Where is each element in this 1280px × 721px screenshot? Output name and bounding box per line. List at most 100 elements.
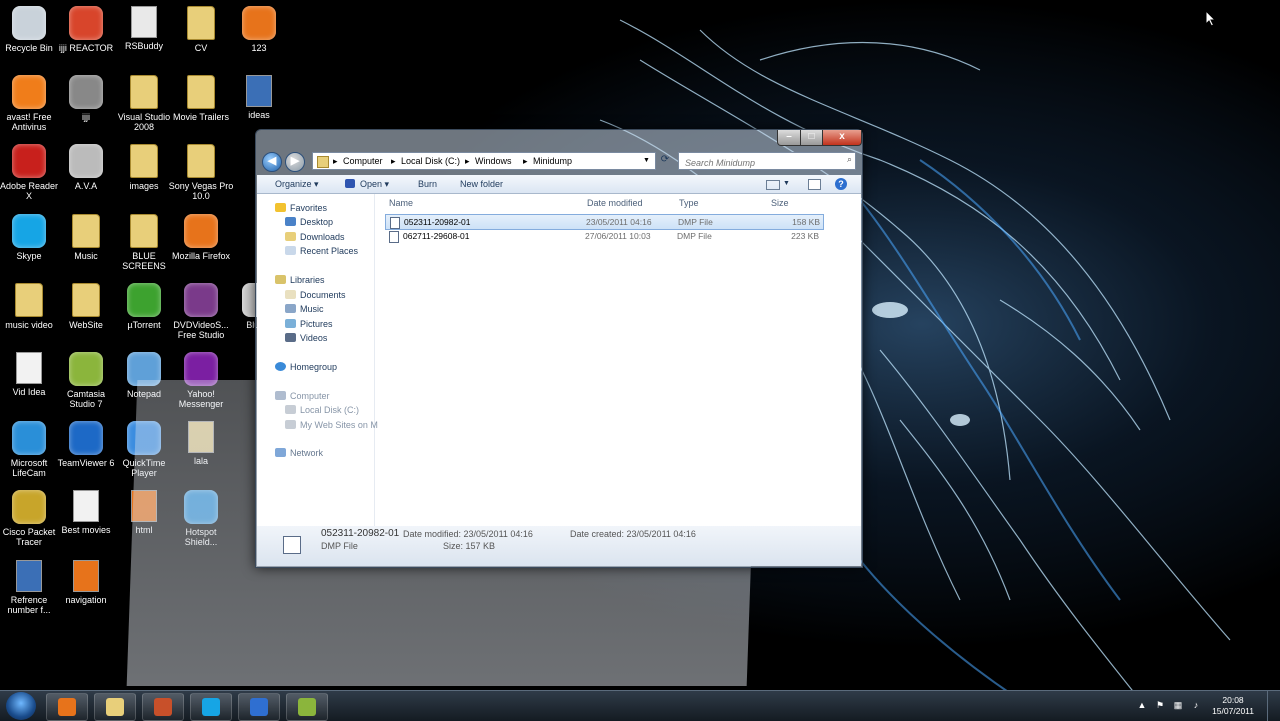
- explorer-window[interactable]: – □ x ◀ ▶ ▸ Computer ▸ Local Disk (C:) ▸…: [255, 129, 863, 568]
- nav-downloads[interactable]: Downloads: [285, 231, 345, 243]
- desktop-icon[interactable]: Camtasia Studio 7: [53, 348, 119, 416]
- details-date-modified: Date modified: 23/05/2011 04:16: [403, 529, 533, 539]
- recycle-bin-icon: [12, 6, 46, 40]
- network-icon: [275, 448, 286, 457]
- nav-music[interactable]: Music: [285, 303, 324, 315]
- new-folder-button[interactable]: New folder: [460, 175, 503, 193]
- show-hidden-icons-icon[interactable]: ▲: [1137, 700, 1147, 710]
- desktop-icon[interactable]: Best movies: [53, 486, 119, 554]
- firefox-document-icon: [73, 559, 99, 592]
- nav-my-web-sites[interactable]: My Web Sites on M: [285, 419, 378, 431]
- desktop-icon[interactable]: Movie Trailers: [168, 71, 234, 139]
- videos-icon: [285, 333, 296, 342]
- file-row[interactable]: 052311-20982-01 23/05/2011 04:16 DMP File 1…: [385, 214, 824, 230]
- desktop-icon-label: Sony Vegas Pro 10.0: [168, 181, 234, 202]
- change-view-icon[interactable]: [766, 180, 780, 190]
- nav-pictures[interactable]: Pictures: [285, 318, 333, 330]
- details-size: Size: 157 KB: [443, 541, 496, 551]
- desktop-icon[interactable]: WebSite: [53, 279, 119, 347]
- desktop-icon[interactable]: Mozilla Firefox: [168, 210, 234, 278]
- taskbar-button[interactable]: [46, 693, 88, 721]
- navigation-bar: ◀ ▶ ▸ Computer ▸ Local Disk (C:) ▸ Windo…: [260, 150, 858, 172]
- organize-button[interactable]: Organize ▾: [275, 175, 319, 193]
- desktop-icon[interactable]: CV: [168, 2, 234, 70]
- music-icon: [285, 304, 296, 313]
- document-icon: [73, 490, 99, 523]
- close-button[interactable]: x: [822, 130, 862, 146]
- column-header-date[interactable]: Date modified: [587, 197, 643, 209]
- firefox-icon: [184, 213, 218, 248]
- desktop-icon-label: TeamViewer 6: [57, 458, 115, 469]
- breadcrumb-computer[interactable]: Computer: [343, 153, 383, 169]
- nav-videos[interactable]: Videos: [285, 332, 327, 344]
- desktop-icon[interactable]: navigation: [53, 556, 119, 624]
- word-document-icon: [246, 75, 272, 108]
- desktop-icon[interactable]: Sony Vegas Pro 10.0: [168, 140, 234, 208]
- navigation-pane: Favorites Desktop Downloads Recent Place…: [257, 194, 378, 526]
- taskbar-button[interactable]: [94, 693, 136, 721]
- breadcrumb-minidump[interactable]: Minidump: [533, 153, 572, 169]
- search-box[interactable]: ⌕: [678, 152, 856, 171]
- start-button[interactable]: [6, 692, 36, 720]
- preview-pane-icon[interactable]: [808, 179, 821, 190]
- nav-homegroup[interactable]: Homegroup: [275, 361, 337, 373]
- details-pane: 052311-20982-01 Date modified: 23/05/201…: [257, 526, 861, 566]
- taskbar-button[interactable]: [142, 693, 184, 721]
- address-bar[interactable]: ▸ Computer ▸ Local Disk (C:) ▸ Windows ▸…: [312, 152, 656, 170]
- system-clock[interactable]: 20:08 15/07/2011: [1212, 695, 1254, 717]
- taskbar-button[interactable]: [286, 693, 328, 721]
- file-date: 27/06/2011 10:03: [585, 231, 651, 241]
- back-button[interactable]: ◀: [262, 152, 282, 172]
- breadcrumb-local-disk[interactable]: Local Disk (C:): [401, 153, 460, 169]
- taskbar-button[interactable]: [190, 693, 232, 721]
- volume-icon[interactable]: ♪: [1191, 700, 1201, 710]
- column-header-name[interactable]: Name: [389, 197, 413, 209]
- address-dropdown-icon[interactable]: ▼: [643, 153, 650, 169]
- star-icon: [275, 203, 286, 212]
- refresh-icon[interactable]: ⟳: [658, 153, 672, 167]
- burn-button[interactable]: Burn: [418, 175, 437, 193]
- breadcrumb-windows[interactable]: Windows: [475, 153, 512, 169]
- file-row[interactable]: 062711-29608-01 27/06/2011 10:03 DMP File 2…: [385, 229, 822, 243]
- desktop-icon[interactable]: 123: [226, 2, 292, 70]
- desktop-icon-label: DVDVideoS... Free Studio: [173, 319, 229, 340]
- desktop-icon[interactable]: ijji: [53, 71, 119, 139]
- maximize-button[interactable]: □: [800, 130, 823, 146]
- media-player-taskbar-icon: [154, 698, 172, 716]
- network-tray-icon[interactable]: ▦: [1173, 700, 1183, 710]
- nav-computer[interactable]: Computer: [275, 390, 330, 402]
- nav-local-disk[interactable]: Local Disk (C:): [285, 404, 359, 416]
- desktop-icon[interactable]: A.V.A: [53, 140, 119, 208]
- show-desktop-button[interactable]: [1267, 691, 1280, 721]
- window-titlebar[interactable]: – □ x: [256, 130, 862, 150]
- nav-network[interactable]: Network: [275, 447, 323, 459]
- details-filename: 052311-20982-01: [321, 528, 400, 539]
- nav-recent-places[interactable]: Recent Places: [285, 245, 358, 257]
- forward-button[interactable]: ▶: [285, 152, 305, 172]
- skype-icon: [12, 213, 46, 248]
- view-dropdown-icon[interactable]: ▼: [783, 175, 790, 193]
- minimize-button[interactable]: –: [777, 130, 801, 146]
- desktop-icon[interactable]: Music: [53, 210, 119, 278]
- desktop-icon[interactable]: ijji REACTOR: [53, 2, 119, 70]
- column-header-size[interactable]: Size: [771, 197, 789, 209]
- help-icon[interactable]: ?: [835, 178, 847, 190]
- folder-icon: [130, 213, 158, 248]
- action-center-icon[interactable]: ⚑: [1155, 700, 1165, 710]
- nav-favorites[interactable]: Favorites: [275, 202, 327, 214]
- nav-documents[interactable]: Documents: [285, 289, 346, 301]
- file-date: 23/05/2011 04:16: [586, 217, 652, 227]
- folder-icon: [15, 282, 43, 317]
- open-button[interactable]: Open ▾: [360, 175, 389, 193]
- desktop-icon[interactable]: DVDVideoS... Free Studio: [168, 279, 234, 347]
- nav-libraries[interactable]: Libraries: [275, 274, 325, 286]
- nav-desktop[interactable]: Desktop: [285, 216, 333, 228]
- desktop-icon[interactable]: TeamViewer 6: [53, 417, 119, 485]
- desktop-icon-label: A.V.A: [74, 181, 98, 192]
- nav-label: Recent Places: [300, 246, 359, 256]
- search-input[interactable]: [683, 155, 837, 171]
- column-header-type[interactable]: Type: [679, 197, 699, 209]
- taskbar-button[interactable]: [238, 693, 280, 721]
- nav-label: Favorites: [290, 203, 328, 213]
- nav-label: Documents: [300, 290, 346, 300]
